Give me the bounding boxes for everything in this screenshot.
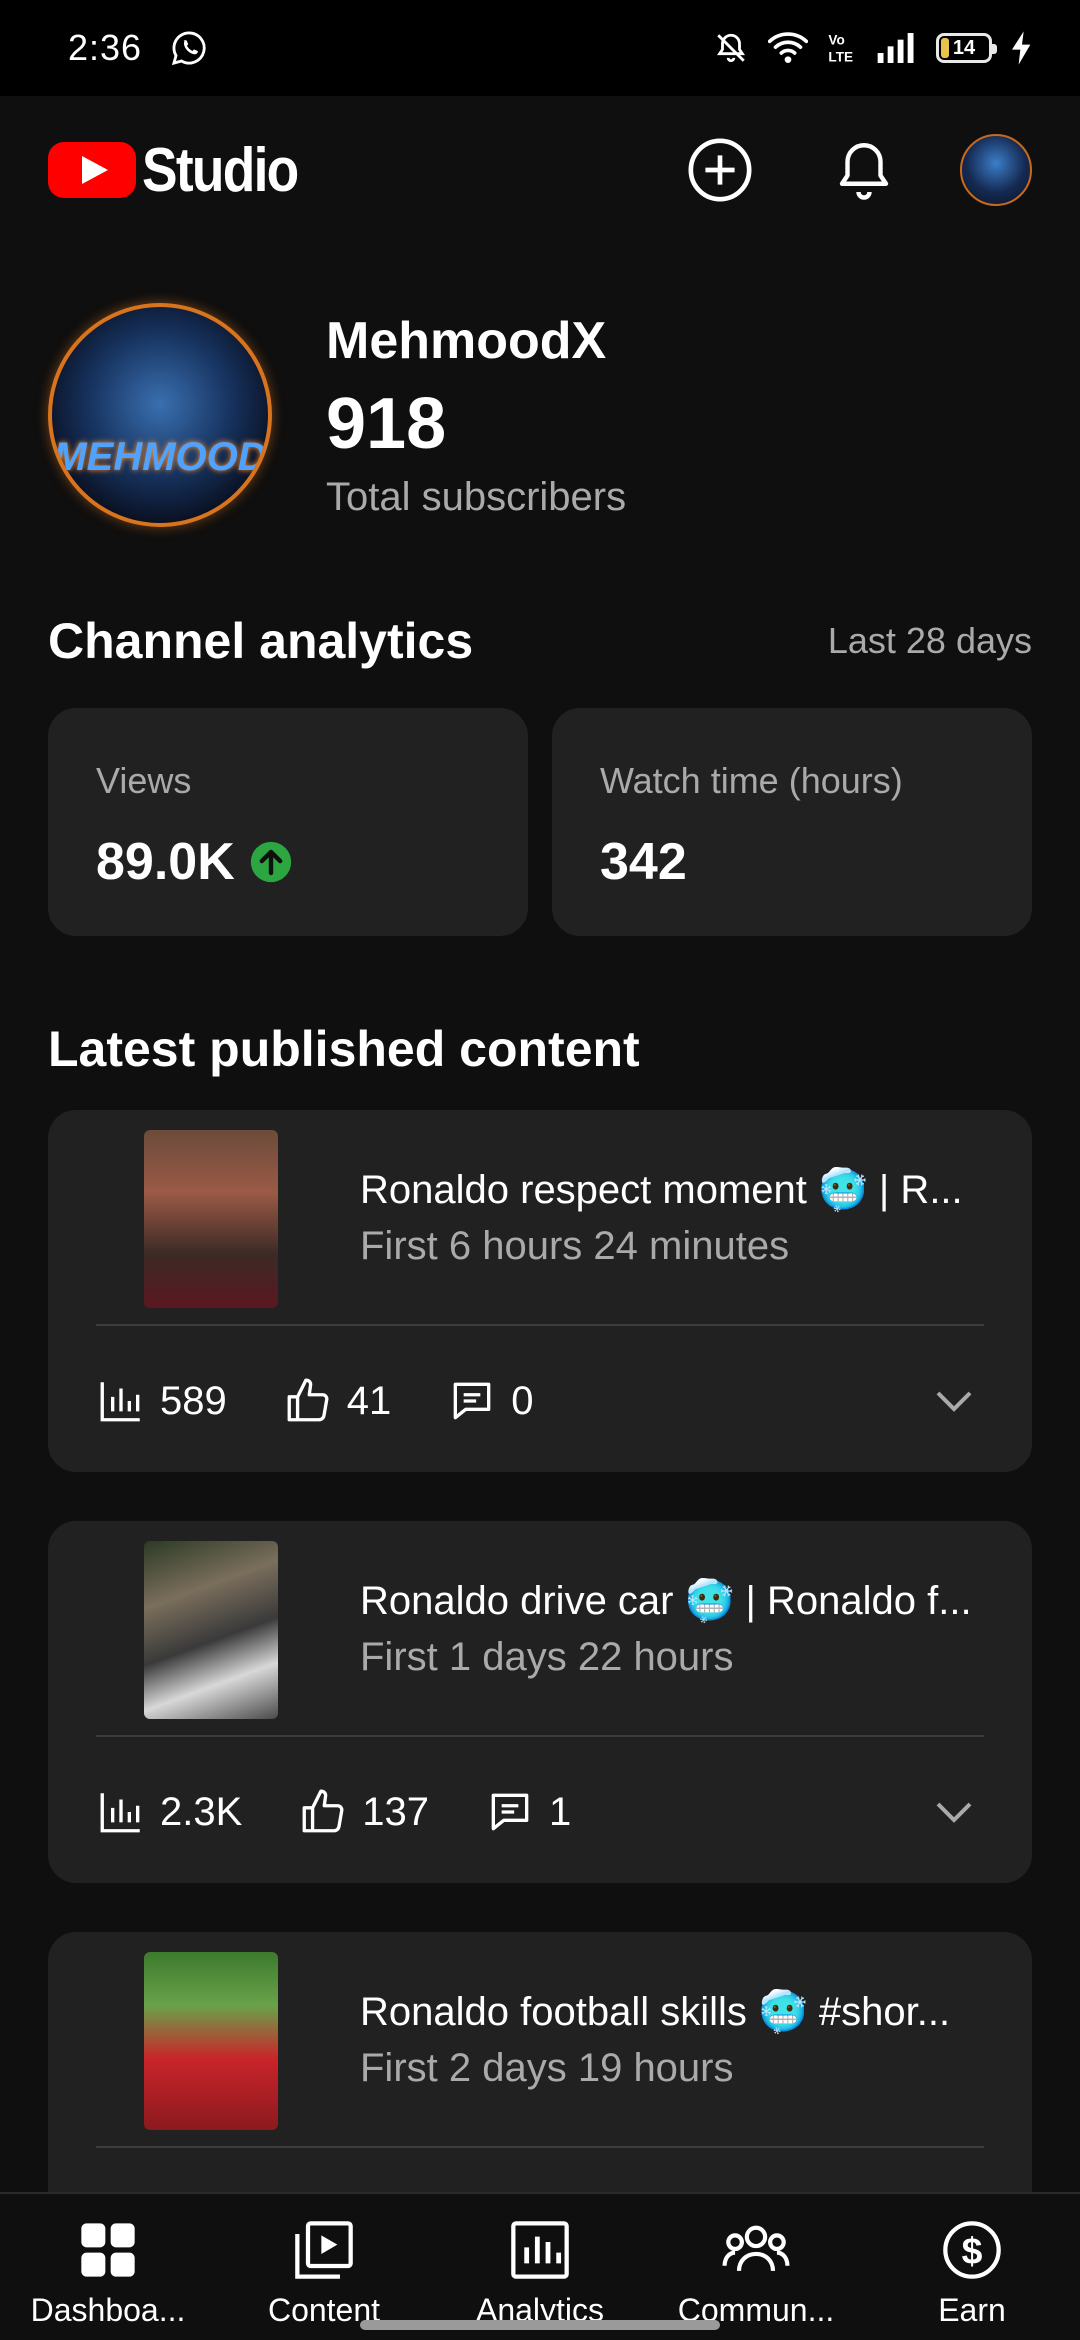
video-period: First 1 days 22 hours bbox=[360, 1635, 734, 1679]
channel-avatar-logo: MEHMOOD bbox=[53, 435, 267, 479]
whatsapp-icon bbox=[171, 31, 206, 66]
expand-button[interactable] bbox=[924, 1782, 984, 1842]
nav-label: Dashboa... bbox=[30, 2292, 186, 2328]
svg-text:LTE: LTE bbox=[828, 50, 853, 65]
battery-level: 14 bbox=[952, 36, 976, 59]
thumbs-up-icon bbox=[287, 1378, 329, 1422]
nav-content[interactable]: Content bbox=[216, 2194, 432, 2340]
video-period: First 2 days 19 hours bbox=[360, 2046, 734, 2090]
create-button[interactable] bbox=[672, 122, 768, 218]
bar-chart-icon bbox=[100, 1793, 140, 1833]
status-time: 2:36 bbox=[68, 27, 143, 68]
bottom-navigation: Dashboa... Content Analytics Commun... $… bbox=[0, 2192, 1080, 2340]
comment-icon bbox=[453, 1382, 491, 1420]
subscriber-label: Total subscribers bbox=[326, 474, 627, 519]
video-thumbnail[interactable] bbox=[144, 1952, 278, 2130]
card-divider bbox=[96, 2146, 984, 2148]
expand-button[interactable] bbox=[924, 1371, 984, 1431]
status-bar: 2:36 Vo LTE 14 bbox=[0, 0, 1080, 96]
analytics-period: Last 28 days bbox=[827, 620, 1032, 661]
earn-icon: $ bbox=[943, 2221, 1001, 2279]
header-actions bbox=[672, 122, 1032, 218]
bar-chart-icon bbox=[100, 1382, 140, 1422]
content-icon bbox=[295, 2221, 353, 2279]
add-circle-icon bbox=[688, 138, 752, 202]
views-count: 589 bbox=[160, 1378, 227, 1423]
watch-time-value: 342 bbox=[600, 833, 687, 891]
comments-count: 1 bbox=[549, 1789, 572, 1834]
channel-summary: MEHMOOD MehmoodX 918 Total subscribers bbox=[48, 300, 1032, 530]
wifi-icon bbox=[768, 32, 808, 63]
views-label: Views bbox=[96, 760, 192, 801]
views-count: 2.3K bbox=[160, 1789, 243, 1834]
dashboard-icon bbox=[81, 2223, 135, 2277]
video-stats: 589 41 0 bbox=[48, 1326, 1032, 1476]
channel-info: MehmoodX 918 Total subscribers bbox=[326, 311, 626, 520]
likes-count: 137 bbox=[362, 1789, 430, 1834]
nav-label: Earn bbox=[938, 2292, 1006, 2328]
app-header: Studio bbox=[0, 96, 1080, 244]
watch-time-card[interactable]: Watch time (hours) 342 bbox=[552, 708, 1032, 936]
nav-community[interactable]: Commun... bbox=[648, 2194, 864, 2340]
video-title: Ronaldo respect moment 🥶 | R... bbox=[360, 1168, 963, 1212]
comment-icon bbox=[491, 1793, 529, 1831]
content-card[interactable]: Ronaldo drive car 🥶 | Ronaldo f... First… bbox=[48, 1521, 1032, 1883]
likes-metric: 41 bbox=[283, 1376, 392, 1426]
analytics-title: Channel analytics bbox=[48, 613, 474, 669]
likes-metric: 137 bbox=[298, 1787, 429, 1837]
views-metric: 2.3K bbox=[96, 1787, 242, 1837]
volte-icon: Vo LTE bbox=[828, 33, 853, 65]
video-thumbnail[interactable] bbox=[144, 1541, 278, 1719]
studio-logo: Studio bbox=[48, 135, 323, 206]
chevron-down-icon bbox=[936, 1802, 972, 1823]
notifications-button[interactable] bbox=[816, 122, 912, 218]
video-period: First 6 hours 24 minutes bbox=[360, 1224, 790, 1268]
account-avatar[interactable] bbox=[960, 134, 1032, 206]
battery-indicator: 14 bbox=[936, 33, 997, 63]
nav-analytics[interactable]: Analytics bbox=[432, 2194, 648, 2340]
comments-metric: 1 bbox=[485, 1787, 571, 1837]
analytics-icon bbox=[511, 2221, 569, 2279]
bell-icon bbox=[839, 143, 889, 200]
video-title: Ronaldo football skills 🥶 #shor... bbox=[360, 1990, 951, 2034]
views-metric: 589 bbox=[96, 1376, 227, 1426]
comments-count: 0 bbox=[511, 1378, 534, 1423]
studio-dashboard-screen: 2:36 Vo LTE 14 Studio MEHMOOD MehmoodX 9… bbox=[0, 0, 1080, 2340]
thumbs-up-icon bbox=[302, 1789, 344, 1833]
watch-time-label: Watch time (hours) bbox=[600, 760, 903, 801]
nav-earn[interactable]: $ Earn bbox=[864, 2194, 1080, 2340]
svg-text:Vo: Vo bbox=[828, 33, 844, 48]
home-indicator[interactable] bbox=[360, 2320, 720, 2330]
app-name: Studio bbox=[142, 135, 299, 205]
comments-metric: 0 bbox=[447, 1376, 534, 1426]
community-icon bbox=[722, 2225, 790, 2272]
video-thumbnail[interactable] bbox=[144, 1130, 278, 1308]
views-value: 89.0K bbox=[96, 833, 235, 891]
video-stats: 2.3K 137 1 bbox=[48, 1737, 1032, 1887]
charging-icon bbox=[1012, 31, 1031, 65]
chevron-down-icon bbox=[936, 1391, 972, 1412]
content-card[interactable]: Ronaldo respect moment 🥶 | R... First 6 … bbox=[48, 1110, 1032, 1472]
likes-count: 41 bbox=[346, 1378, 392, 1423]
video-title: Ronaldo drive car 🥶 | Ronaldo f... bbox=[360, 1579, 972, 1623]
latest-content-title: Latest published content bbox=[48, 1021, 640, 1077]
views-card[interactable]: Views 89.0K bbox=[48, 708, 528, 936]
channel-name: MehmoodX bbox=[326, 311, 607, 370]
youtube-logo-icon bbox=[48, 142, 136, 198]
channel-avatar[interactable]: MEHMOOD bbox=[48, 303, 272, 527]
signal-icon bbox=[877, 33, 914, 63]
subscriber-count: 918 bbox=[326, 383, 447, 464]
trend-up-icon bbox=[250, 841, 291, 883]
svg-text:$: $ bbox=[962, 2229, 983, 2271]
status-indicators: Vo LTE 14 bbox=[714, 31, 1032, 65]
nav-dashboard[interactable]: Dashboa... bbox=[0, 2194, 216, 2340]
analytics-header: Channel analytics Last 28 days bbox=[48, 612, 1032, 670]
bell-off-icon bbox=[717, 33, 745, 63]
